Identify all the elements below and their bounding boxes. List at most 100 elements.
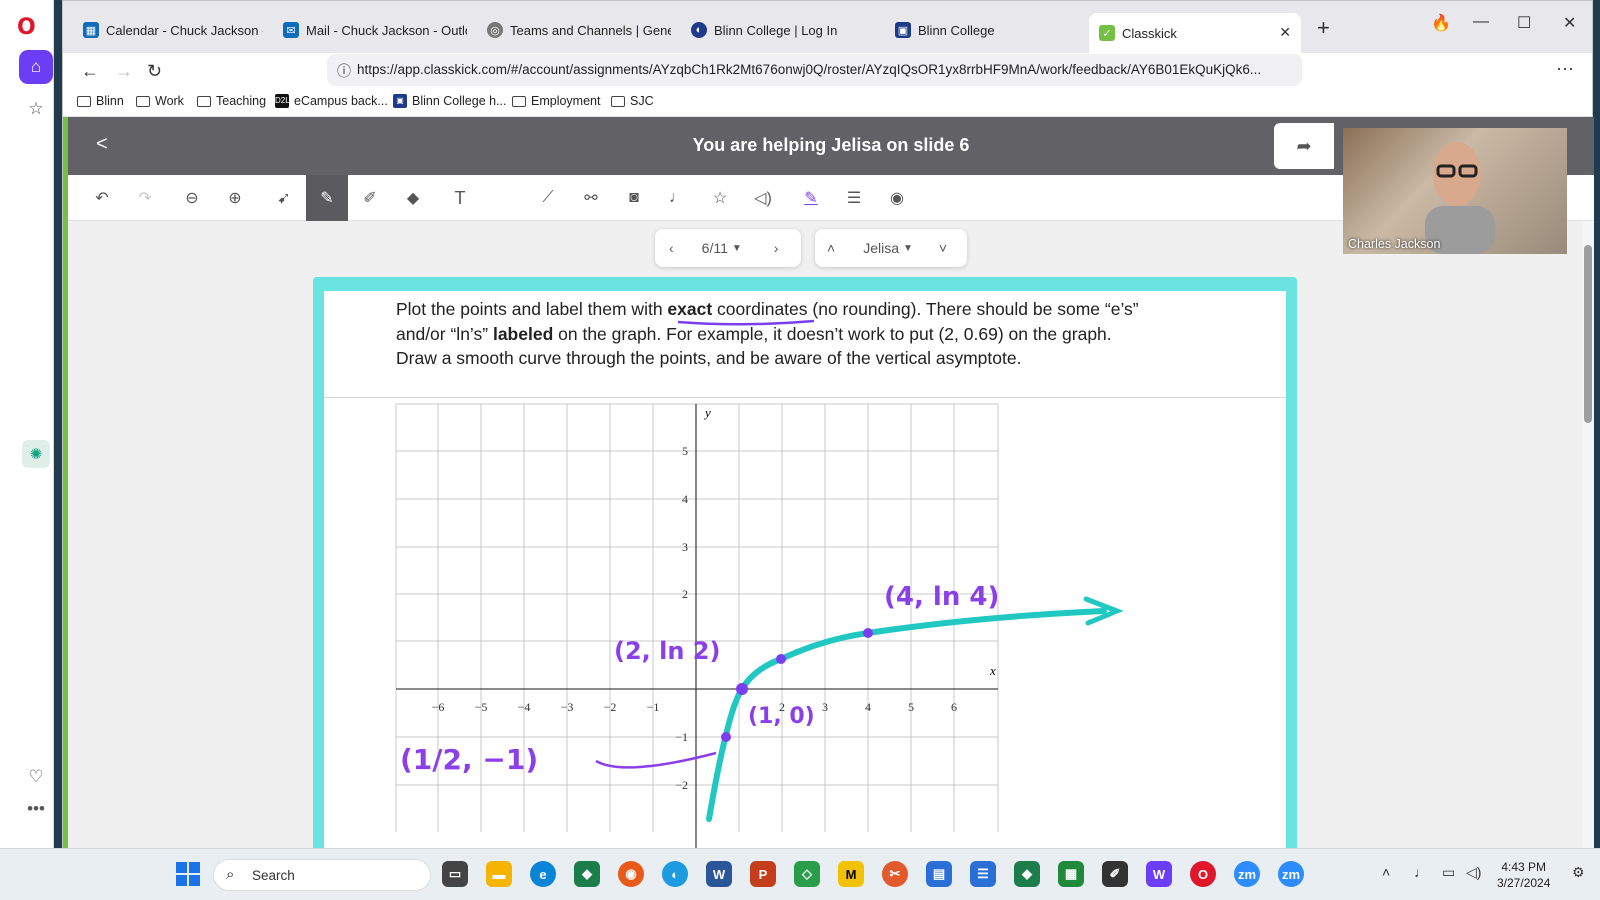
- geogebra-icon[interactable]: ◇: [794, 861, 820, 887]
- bookmark-ecampus[interactable]: D2L eCampus back...: [275, 94, 388, 108]
- slide-counter[interactable]: 6/11: [702, 240, 728, 256]
- windows-start-icon[interactable]: [176, 862, 200, 886]
- close-tab-icon[interactable]: ✕: [1279, 24, 1291, 41]
- tab-teams[interactable]: ◎ Teams and Channels | General: [477, 15, 681, 45]
- next-slide-icon[interactable]: ›: [774, 240, 779, 256]
- line-width-icon[interactable]: ☰: [833, 175, 875, 221]
- back-arrow-icon[interactable]: ←: [81, 61, 99, 82]
- tab-blinn-college[interactable]: ▣ Blinn College: [885, 15, 1089, 45]
- bookmark-blinn[interactable]: Blinn: [77, 94, 124, 108]
- word-icon[interactable]: W: [706, 861, 732, 887]
- w-app-icon[interactable]: W: [1146, 861, 1172, 887]
- star-icon[interactable]: ☆: [19, 92, 53, 126]
- microphone-icon[interactable]: ♩: [656, 175, 698, 221]
- sticker-star-icon[interactable]: ☆: [699, 175, 741, 221]
- line-icon[interactable]: ⟋: [527, 175, 569, 221]
- site-info-icon[interactable]: ⓘ: [337, 61, 351, 81]
- eye-icon[interactable]: ◉: [876, 175, 918, 221]
- presenter-name: Charles Jackson: [1348, 237, 1441, 251]
- app-circle-icon[interactable]: ◐: [662, 861, 688, 887]
- new-tab-icon[interactable]: +: [1317, 15, 1330, 41]
- tab-classkick[interactable]: ✓ Classkick ✕: [1089, 13, 1301, 53]
- point-4-ln4: [863, 628, 873, 638]
- text-icon[interactable]: T: [439, 175, 481, 221]
- eraser-icon[interactable]: ◆: [392, 175, 434, 221]
- speaker-icon[interactable]: ◁): [742, 175, 784, 221]
- tab-blinn-login[interactable]: ◐ Blinn College | Log In: [681, 15, 885, 45]
- taskbar-search[interactable]: ⌕ Search: [213, 859, 431, 891]
- scrollbar-thumb[interactable]: [1584, 245, 1592, 423]
- outlook-icon: ✉: [283, 22, 299, 38]
- zoom-out-icon[interactable]: ⊖: [171, 175, 213, 221]
- point-2-ln2: [776, 654, 786, 664]
- point-half-neg1: [721, 732, 731, 742]
- browser-menu-icon[interactable]: ···: [1556, 58, 1574, 79]
- clock[interactable]: 4:43 PM 3/27/2024: [1497, 859, 1550, 891]
- heart-icon[interactable]: ♡: [19, 760, 53, 794]
- edge-icon[interactable]: e: [530, 861, 556, 887]
- camera-icon[interactable]: ◙: [613, 175, 655, 221]
- sheets-icon[interactable]: ▦: [1058, 861, 1084, 887]
- webcam-overlay: Charles Jackson: [1343, 128, 1567, 254]
- undo-icon[interactable]: ↶: [81, 175, 123, 221]
- select-pointer-icon[interactable]: ➹: [263, 175, 305, 221]
- file-explorer-icon[interactable]: ▬: [486, 861, 512, 887]
- share-icon[interactable]: ➦: [1274, 123, 1334, 169]
- security-app-icon[interactable]: ◆: [574, 861, 600, 887]
- zoom-in-icon[interactable]: ⊕: [214, 175, 256, 221]
- coordinate-graph[interactable]: x y −6 −5 −4 −3 −2 −1 2 3 4 5 6 5 4 3 2 …: [324, 291, 1286, 849]
- pen-icon[interactable]: ✎: [306, 175, 348, 221]
- minimize-icon[interactable]: —: [1473, 13, 1489, 31]
- close-window-icon[interactable]: ✕: [1563, 13, 1576, 33]
- reload-icon[interactable]: ↻: [147, 61, 162, 82]
- home-icon[interactable]: ⌂: [19, 50, 53, 84]
- address-bar[interactable]: ⓘ https://app.classkick.com/#/account/as…: [327, 54, 1302, 86]
- zoom-icon[interactable]: zm: [1234, 861, 1260, 887]
- tab-calendar[interactable]: ▦ Calendar - Chuck Jackson - Ou: [73, 15, 273, 45]
- calendar-app-icon[interactable]: ▤: [926, 861, 952, 887]
- powerpoint-icon[interactable]: P: [750, 861, 776, 887]
- task-view-icon[interactable]: ▭: [442, 861, 468, 887]
- caret-down-icon[interactable]: ▼: [903, 243, 913, 254]
- bookmark-teaching[interactable]: Teaching: [197, 94, 266, 108]
- volume-icon[interactable]: ◁): [1466, 864, 1481, 881]
- student-name[interactable]: Jelisa: [863, 240, 899, 256]
- snip-icon[interactable]: ✂: [882, 861, 908, 887]
- redo-icon[interactable]: ↷: [124, 175, 166, 221]
- bookmark-work[interactable]: Work: [136, 94, 184, 108]
- network-icon[interactable]: ▭: [1442, 864, 1455, 881]
- notepad-icon[interactable]: ☰: [970, 861, 996, 887]
- bookmark-blinn-college[interactable]: ▣ Blinn College h...: [393, 94, 507, 108]
- pen-app-icon[interactable]: ✐: [1102, 861, 1128, 887]
- prev-slide-icon[interactable]: ‹: [669, 240, 674, 256]
- chatgpt-icon[interactable]: ✺: [22, 440, 50, 468]
- flame-icon[interactable]: 🔥: [1431, 13, 1451, 33]
- more-icon[interactable]: •••: [19, 792, 53, 826]
- x-tick-label: −6: [432, 700, 445, 714]
- prev-student-icon[interactable]: ˄: [827, 240, 835, 256]
- next-student-icon[interactable]: ˅: [939, 240, 947, 256]
- bookmark-employment[interactable]: Employment: [512, 94, 600, 108]
- highlighter-icon[interactable]: ✐: [349, 175, 391, 221]
- link-icon[interactable]: ⚯: [570, 175, 612, 221]
- slide-canvas[interactable]: Plot the points and label them with exac…: [313, 277, 1297, 849]
- maximize-icon[interactable]: ☐: [1517, 13, 1531, 33]
- caret-down-icon[interactable]: ▼: [732, 243, 742, 254]
- opera-logo-icon[interactable]: O: [17, 15, 36, 40]
- pen-color-icon[interactable]: ✎: [790, 175, 832, 221]
- tray-chevron-icon[interactable]: ˄: [1382, 864, 1390, 880]
- m-app-icon[interactable]: M: [838, 861, 864, 887]
- zoom-icon-2[interactable]: zm: [1278, 861, 1304, 887]
- firefox-icon[interactable]: ◉: [618, 861, 644, 887]
- url-text[interactable]: https://app.classkick.com/#/account/assi…: [357, 62, 1261, 77]
- tab-mail[interactable]: ✉ Mail - Chuck Jackson - Outlook: [273, 15, 477, 45]
- bookmark-sjc[interactable]: SJC: [611, 94, 654, 108]
- opera-taskbar-icon[interactable]: O: [1190, 861, 1216, 887]
- defender-icon[interactable]: ◆: [1014, 861, 1040, 887]
- microphone-tray-icon[interactable]: ♩: [1414, 864, 1428, 880]
- x-tick-label: 3: [822, 700, 828, 714]
- y-axis-label: y: [703, 405, 711, 420]
- blinn-shield-icon: ▣: [895, 22, 911, 38]
- settings-gear-icon[interactable]: ⚙: [1572, 864, 1585, 881]
- forward-arrow-icon[interactable]: →: [115, 61, 133, 82]
